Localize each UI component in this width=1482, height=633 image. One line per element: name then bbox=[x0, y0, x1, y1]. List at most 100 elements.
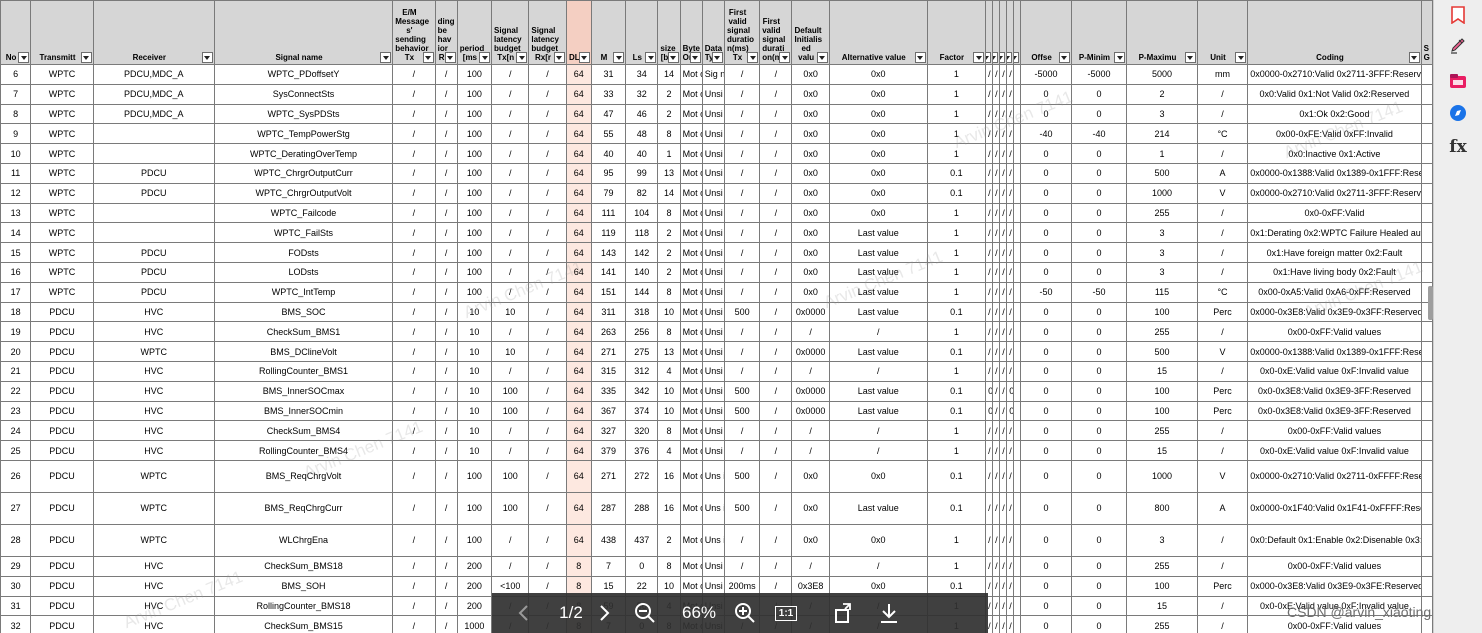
cell-c5[interactable] bbox=[1013, 615, 1022, 633]
cell-c3[interactable]: / bbox=[999, 615, 1008, 633]
cell-name[interactable]: CheckSum_BMS15 bbox=[213, 615, 394, 633]
cell-size[interactable]: 13 bbox=[657, 341, 681, 362]
cell-m[interactable]: 379 bbox=[590, 440, 627, 461]
cell-sltx[interactable]: / bbox=[491, 103, 530, 125]
cell-unit[interactable]: Perc bbox=[1196, 380, 1249, 402]
cell-unit[interactable]: A bbox=[1196, 491, 1249, 525]
cell-coding[interactable]: 0x0-0x3E8:Valid 0x3E9-3FF:Reserved bbox=[1247, 380, 1422, 402]
cell-factor[interactable]: 1 bbox=[926, 202, 987, 224]
cell-dl[interactable]: 64 bbox=[565, 202, 592, 224]
filter-dropdown-icon[interactable] bbox=[779, 52, 791, 63]
cell-ding[interactable]: / bbox=[434, 420, 458, 442]
cell-c4[interactable]: / bbox=[1006, 321, 1015, 343]
cell-period[interactable]: 100 bbox=[456, 281, 493, 303]
cell-em[interactable]: / bbox=[392, 83, 436, 105]
cell-c4[interactable]: / bbox=[1006, 360, 1015, 382]
cell-coding[interactable]: 0x0-0xE:Valid value 0xF:Invalid value bbox=[1247, 440, 1422, 461]
cell-slrx[interactable]: / bbox=[528, 222, 567, 244]
cell-sltx[interactable]: / bbox=[491, 555, 530, 577]
cell-c5[interactable] bbox=[1013, 321, 1022, 343]
cell-m[interactable]: 287 bbox=[590, 491, 627, 525]
cell-def[interactable]: 0x0 bbox=[791, 123, 830, 145]
cell-c3[interactable]: / bbox=[999, 595, 1008, 617]
cell-c5[interactable] bbox=[1013, 83, 1022, 105]
cell-name[interactable]: CheckSum_BMS1 bbox=[213, 321, 394, 343]
cell-factor[interactable]: 0.1 bbox=[926, 182, 987, 204]
cell-size[interactable]: 8 bbox=[657, 420, 681, 442]
cell-dtype[interactable]: Uns igne d bbox=[701, 491, 725, 525]
cell-offset[interactable]: 0 bbox=[1020, 242, 1072, 263]
cell-rx[interactable]: HVC bbox=[92, 555, 215, 577]
cell-no[interactable]: 12 bbox=[0, 182, 32, 204]
cell-coding[interactable]: 0x1:Ok 0x2:Good bbox=[1247, 103, 1422, 125]
cell-m[interactable]: 263 bbox=[590, 321, 627, 343]
cell-unit[interactable]: V bbox=[1196, 341, 1249, 362]
table-row[interactable]: 26 PDCU WPTC BMS_ReqChrgVolt //100 100/64 271 2… bbox=[0, 459, 1433, 493]
cell-dl[interactable]: 64 bbox=[565, 162, 592, 184]
cell-coding[interactable]: 0x0:Inactive 0x1:Active bbox=[1247, 143, 1422, 164]
table-row[interactable]: 11 WPTC PDCU WPTC_ChrgrOutputCurr //100//64 9… bbox=[0, 162, 1433, 184]
cell-extra[interactable] bbox=[1420, 341, 1433, 362]
cell-factor[interactable]: 1 bbox=[926, 440, 987, 461]
cell-no[interactable]: 29 bbox=[0, 555, 32, 577]
cell-unit[interactable]: °C bbox=[1196, 281, 1249, 303]
cell-alt[interactable]: Last value bbox=[828, 301, 928, 323]
cell-extra[interactable] bbox=[1420, 242, 1433, 263]
cell-c3[interactable]: / bbox=[999, 459, 1008, 493]
cell-period[interactable]: 100 bbox=[456, 182, 493, 204]
cell-alt[interactable]: Last value bbox=[828, 261, 928, 283]
cell-tx[interactable]: WPTC bbox=[30, 162, 94, 184]
table-row[interactable]: 14WPTCWPTC_FailSts//100//641191182Mot or… bbox=[0, 222, 1433, 244]
cell-rx[interactable]: PDCU bbox=[92, 281, 215, 303]
cell-unit[interactable]: / bbox=[1196, 261, 1249, 283]
actual-size-button[interactable]: 1:1 bbox=[760, 593, 812, 633]
cell-byte[interactable]: Mot orol a bbox=[679, 83, 703, 105]
cell-unit[interactable]: / bbox=[1196, 103, 1249, 125]
cell-coding[interactable]: 0x0000-0x2710:Valid 0x2711-3FFF:Reserved bbox=[1247, 64, 1422, 85]
cell-ls[interactable]: 34 bbox=[625, 64, 659, 85]
cell-def[interactable]: / bbox=[791, 321, 830, 343]
cell-byte[interactable]: Mot orol a bbox=[679, 242, 703, 263]
cell-offset[interactable]: 0 bbox=[1020, 615, 1072, 633]
cell-factor[interactable]: 1 bbox=[926, 420, 987, 442]
table-row[interactable]: 9 WPTC WPTC_TempPowerStg //100//64 55 48 8 Mot … bbox=[0, 123, 1433, 145]
cell-slrx[interactable]: / bbox=[528, 162, 567, 184]
cell-dl[interactable]: 64 bbox=[565, 123, 592, 145]
cell-def[interactable]: 0x0 bbox=[791, 162, 830, 184]
cell-ls[interactable]: 256 bbox=[625, 321, 659, 343]
cell-pmin[interactable]: 0 bbox=[1070, 523, 1128, 557]
cell-sltx[interactable]: / bbox=[491, 242, 530, 263]
cell-no[interactable]: 15 bbox=[0, 242, 32, 263]
cell-ls[interactable]: 0 bbox=[625, 555, 659, 577]
cell-fv2[interactable]: / bbox=[759, 491, 793, 525]
cell-dl[interactable]: 64 bbox=[565, 281, 592, 303]
cell-size[interactable]: 10 bbox=[657, 400, 681, 422]
cell-rx[interactable]: WPTC bbox=[92, 523, 215, 557]
cell-alt[interactable]: 0x0 bbox=[828, 103, 928, 125]
filter-dropdown-icon[interactable] bbox=[1014, 52, 1020, 63]
cell-period[interactable]: 200 bbox=[456, 595, 493, 617]
cell-period[interactable]: 100 bbox=[456, 103, 493, 125]
cell-em[interactable]: / bbox=[392, 523, 436, 557]
cell-dtype[interactable]: Unsi gne d bbox=[701, 440, 725, 461]
cell-no[interactable]: 13 bbox=[0, 202, 32, 224]
cell-coding[interactable]: 0x0000-0x2710:Valid 0x2711-3FFF:Reserved bbox=[1247, 182, 1422, 204]
cell-byte[interactable]: Mot orol a bbox=[679, 380, 703, 402]
cell-pmin[interactable]: 0 bbox=[1070, 162, 1128, 184]
prev-page-button[interactable] bbox=[492, 593, 556, 633]
cell-ding[interactable]: / bbox=[434, 123, 458, 145]
cell-ls[interactable]: 48 bbox=[625, 123, 659, 145]
cell-tx[interactable]: PDCU bbox=[30, 360, 94, 382]
cell-em[interactable]: / bbox=[392, 202, 436, 224]
cell-coding[interactable]: 0x00-0xFF:Valid values bbox=[1247, 420, 1422, 442]
cell-ding[interactable]: / bbox=[434, 202, 458, 224]
cell-byte[interactable]: Mot orol a bbox=[679, 182, 703, 204]
cell-alt[interactable]: Last value bbox=[828, 400, 928, 422]
cell-tx[interactable]: WPTC bbox=[30, 103, 94, 125]
cell-em[interactable]: / bbox=[392, 595, 436, 617]
cell-tx[interactable]: PDCU bbox=[30, 459, 94, 493]
cell-pmin[interactable]: 0 bbox=[1070, 222, 1128, 244]
cell-c5[interactable] bbox=[1013, 301, 1022, 323]
cell-pmax[interactable]: 255 bbox=[1126, 321, 1198, 343]
cell-alt[interactable]: / bbox=[828, 440, 928, 461]
